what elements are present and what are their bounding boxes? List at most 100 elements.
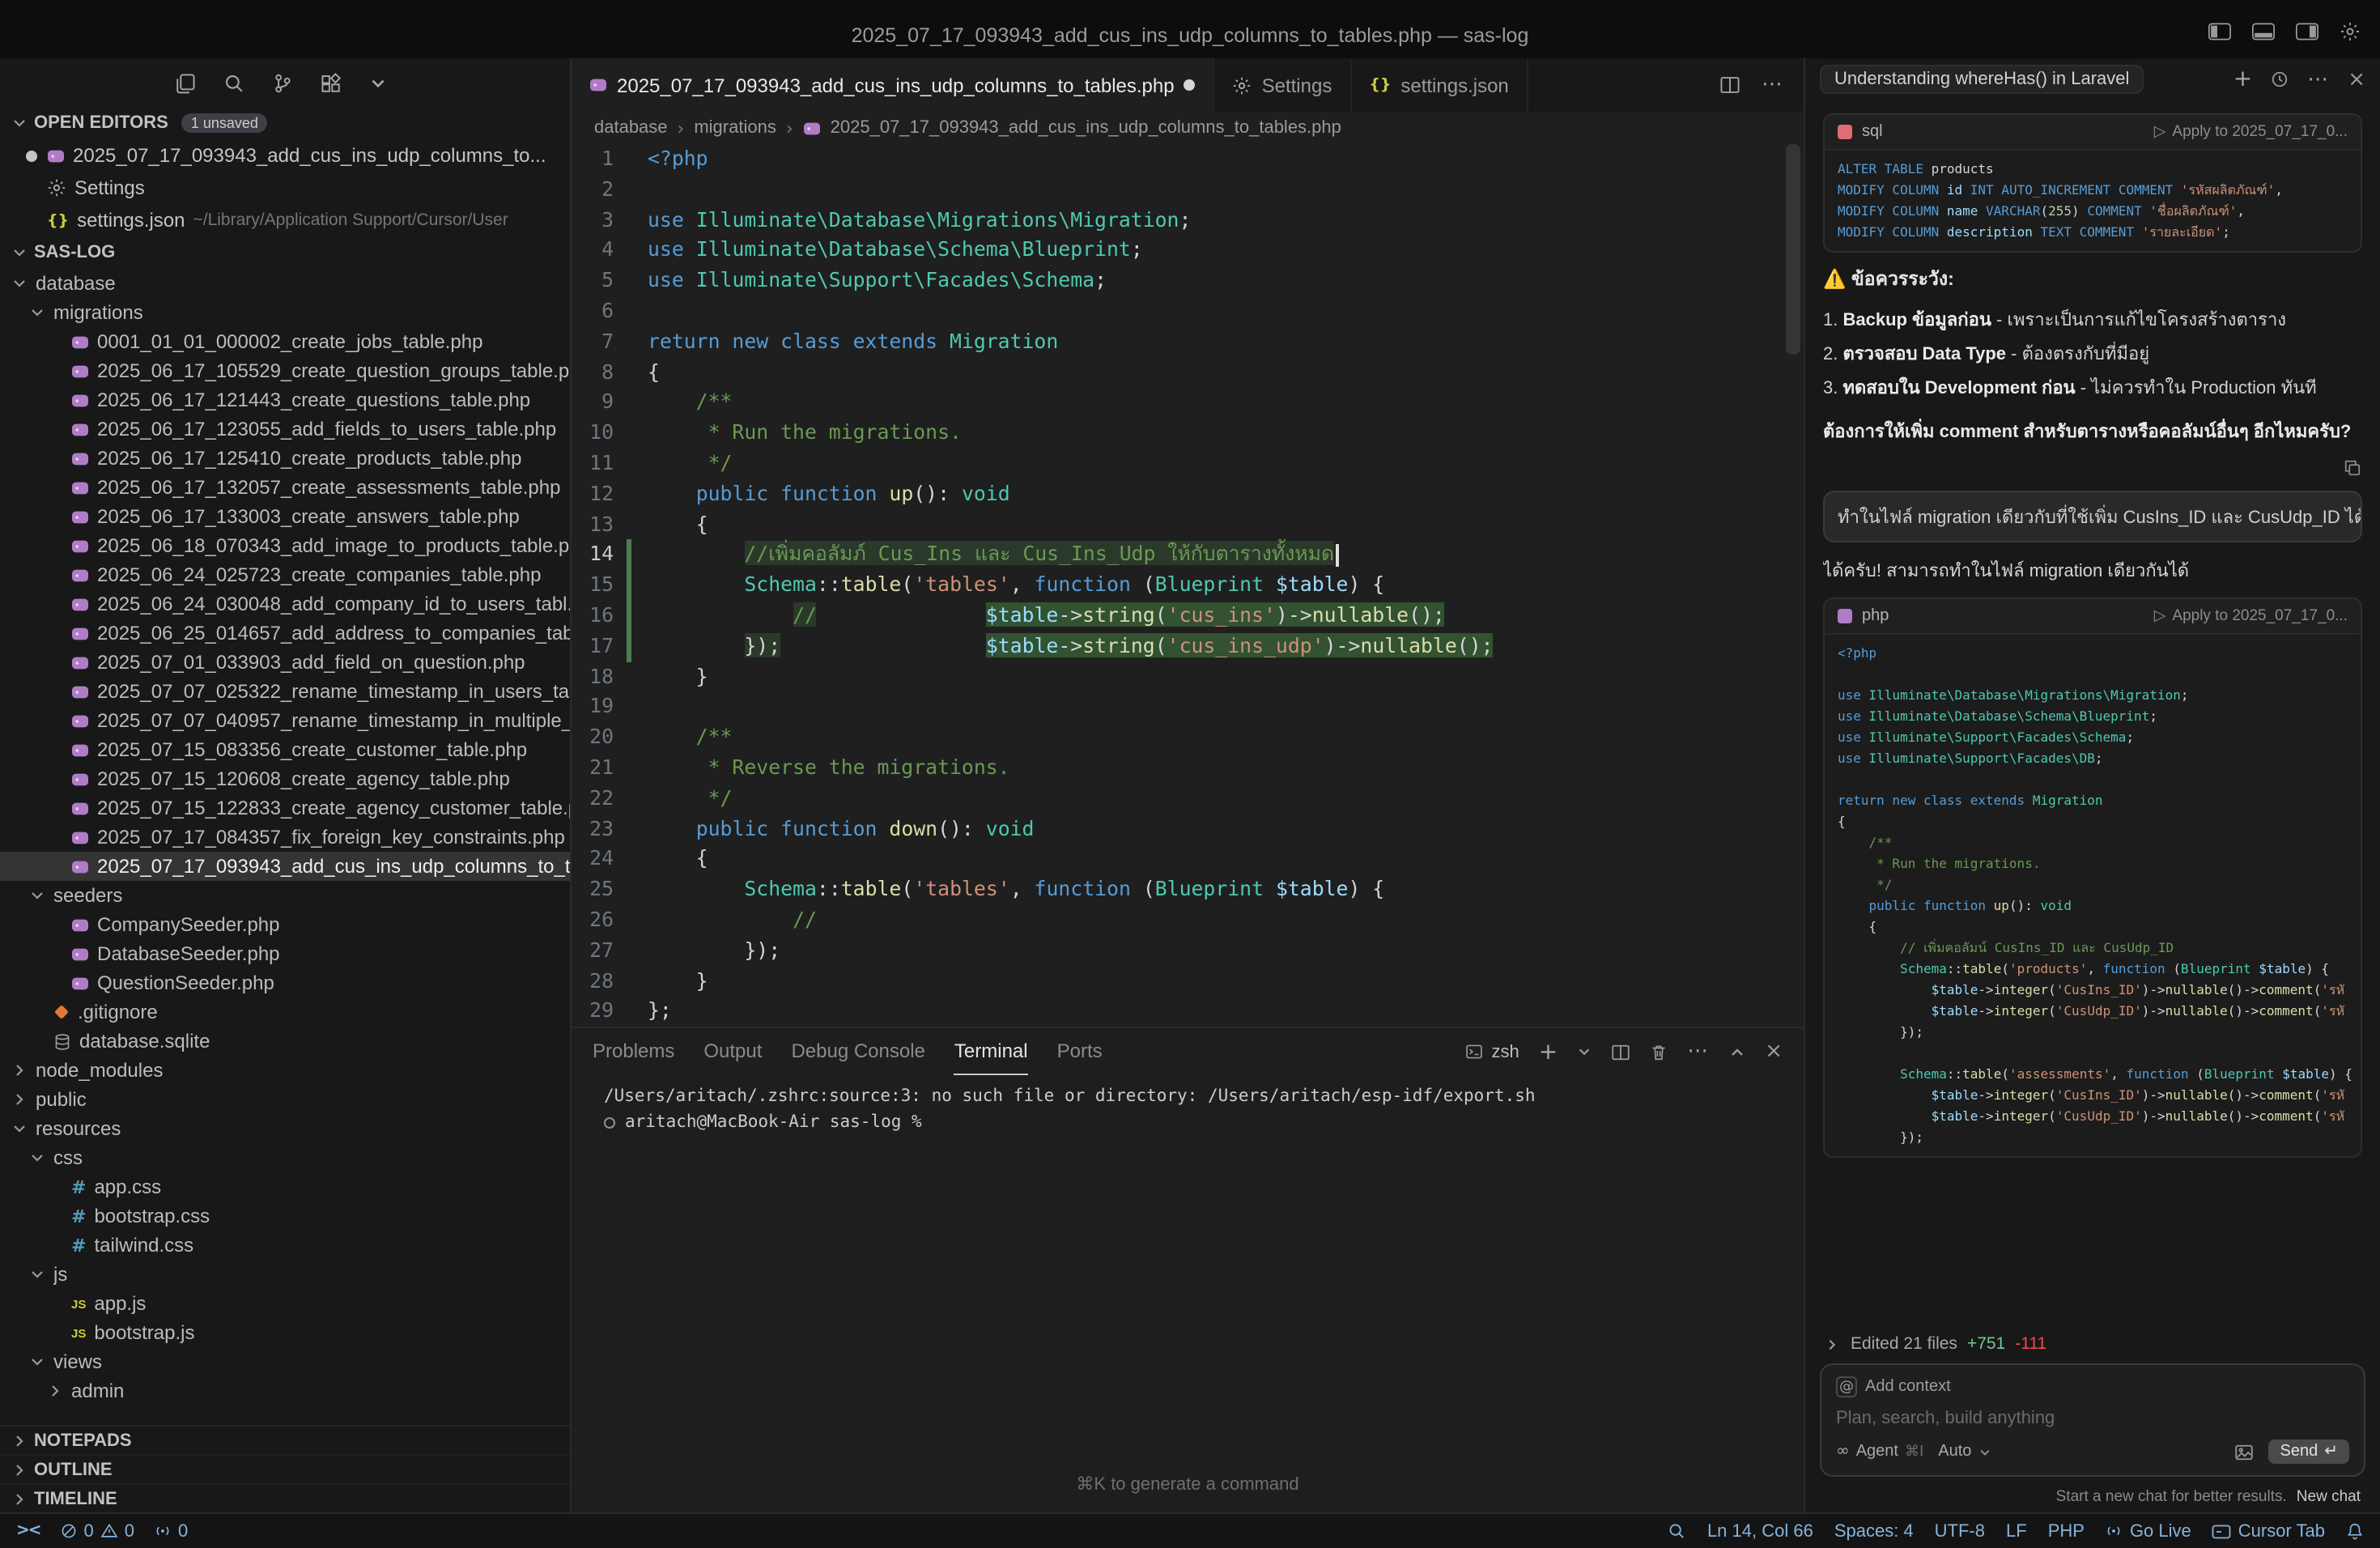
tree-item[interactable]: 2025_06_24_030048_add_company_id_to_user… — [0, 589, 570, 619]
breadcrumb-item[interactable]: database — [594, 118, 668, 138]
tree-item[interactable]: 2025_06_17_133003_create_answers_table.p… — [0, 502, 570, 531]
tree-item[interactable]: 0001_01_01_000002_create_jobs_table.php — [0, 327, 570, 356]
tree-item[interactable]: css — [0, 1143, 570, 1172]
status-cursor-tab[interactable]: Cursor Tab — [2212, 1521, 2325, 1541]
problems-indicator[interactable]: 0 0 — [60, 1521, 135, 1541]
tree-item[interactable]: #app.css — [0, 1172, 570, 1201]
tree-item[interactable]: #tailwind.css — [0, 1231, 570, 1260]
add-context-button[interactable]: @ Add context — [1836, 1376, 1951, 1397]
attach-image-icon[interactable] — [2235, 1442, 2255, 1461]
tree-item[interactable]: 2025_06_18_070343_add_image_to_products_… — [0, 531, 570, 560]
editor-tab[interactable]: {}settings.json — [1351, 58, 1528, 112]
sidebar-section-notepads[interactable]: NOTEPADS — [0, 1427, 570, 1456]
kill-terminal-trash-icon[interactable] — [1650, 1042, 1668, 1061]
breadcrumb-item[interactable]: 2025_07_17_093943_add_cus_ins_udp_column… — [831, 118, 1341, 138]
breadcrumb-item[interactable]: migrations — [694, 118, 776, 138]
tree-item[interactable]: 2025_06_24_025723_create_companies_table… — [0, 560, 570, 589]
status-encoding[interactable]: UTF-8 — [1935, 1521, 1985, 1541]
tree-item[interactable]: 2025_06_25_014657_add_address_to_compani… — [0, 619, 570, 648]
tree-item[interactable]: migrations — [0, 298, 570, 327]
copy-response-icon[interactable] — [2343, 458, 2362, 478]
tree-item[interactable]: resources — [0, 1114, 570, 1143]
terminal-profile-chevron-icon[interactable] — [1577, 1044, 1592, 1059]
tree-item[interactable]: seeders — [0, 881, 570, 910]
close-panel-icon[interactable]: × — [1765, 1040, 1783, 1064]
apply-code-button[interactable]: ▷Apply to 2025_07_17_0... — [2154, 607, 2348, 625]
remote-indicator[interactable]: >< — [16, 1522, 40, 1540]
tree-item[interactable]: 2025_07_07_025322_rename_timestamp_in_us… — [0, 677, 570, 706]
tree-item[interactable]: views — [0, 1347, 570, 1376]
agent-mode-selector[interactable]: ∞ Agent ⌘I — [1836, 1443, 1923, 1461]
close-chat-icon[interactable]: × — [2348, 67, 2365, 91]
new-chat-plus-icon[interactable]: + — [2233, 66, 2252, 92]
status-indentation[interactable]: Spaces: 4 — [1834, 1521, 1914, 1541]
sidebar-section-timeline[interactable]: TIMELINE — [0, 1485, 570, 1512]
editor-tab[interactable]: 2025_07_17_093943_add_cus_ins_udp_column… — [572, 58, 1215, 112]
status-language[interactable]: PHP — [2048, 1521, 2085, 1541]
shell-selector[interactable]: zsh — [1465, 1042, 1519, 1061]
tree-item[interactable]: 2025_06_17_121443_create_questions_table… — [0, 385, 570, 415]
send-button[interactable]: Send↵ — [2269, 1440, 2350, 1464]
tree-item[interactable]: JSbootstrap.js — [0, 1318, 570, 1347]
tree-item[interactable]: 2025_07_17_084357_fix_foreign_key_constr… — [0, 823, 570, 852]
tree-item[interactable]: 2025_07_01_033903_add_field_on_question.… — [0, 648, 570, 677]
tree-item[interactable]: 2025_06_17_132057_create_assessments_tab… — [0, 473, 570, 502]
editor-tab[interactable]: Settings — [1215, 58, 1352, 112]
tree-item[interactable]: QuestionSeeder.php — [0, 968, 570, 997]
chat-conversation[interactable]: sql ▷Apply to 2025_07_17_0... ALTER TABL… — [1805, 100, 2380, 1325]
tree-item[interactable]: 2025_07_15_122833_create_agency_customer… — [0, 793, 570, 823]
copy-files-icon[interactable] — [175, 72, 196, 93]
toggle-secondary-sidebar-icon[interactable] — [2296, 23, 2318, 40]
sidebar-section-outline[interactable]: OUTLINE — [0, 1456, 570, 1485]
chat-input[interactable]: @ Add context Plan, search, build anythi… — [1820, 1363, 2365, 1477]
new-terminal-icon[interactable]: + — [1539, 1039, 1558, 1065]
ports-indicator[interactable]: 0 — [154, 1521, 188, 1541]
extensions-icon[interactable] — [321, 72, 342, 93]
tree-item[interactable]: node_modules — [0, 1056, 570, 1085]
panel-tab-output[interactable]: Output — [703, 1028, 762, 1075]
terminal-content[interactable]: /Users/aritach/.zshrc:source:3: no such … — [572, 1075, 1804, 1474]
split-terminal-icon[interactable] — [1611, 1042, 1630, 1061]
project-section-header[interactable]: SAS-LOG — [0, 236, 570, 269]
chat-history-icon[interactable] — [2270, 70, 2289, 89]
toggle-panel-icon[interactable] — [2252, 23, 2275, 40]
open-editor-item[interactable]: 2025_07_17_093943_add_cus_ins_udp_column… — [0, 139, 570, 172]
tree-item[interactable]: 2025_06_17_123055_add_fields_to_users_ta… — [0, 415, 570, 444]
status-notifications[interactable] — [2346, 1522, 2364, 1540]
tree-item[interactable]: 2025_06_17_105529_create_question_groups… — [0, 356, 570, 385]
open-editor-item[interactable]: {}settings.json~/Library/Application Sup… — [0, 204, 570, 236]
panel-tab-terminal[interactable]: Terminal — [954, 1028, 1028, 1075]
tree-item[interactable]: 2025_07_15_083356_create_customer_table.… — [0, 735, 570, 764]
new-chat-button[interactable]: New chat — [2297, 1488, 2361, 1506]
tree-item[interactable]: public — [0, 1085, 570, 1114]
editor-scrollbar[interactable] — [1786, 144, 1800, 355]
panel-more-actions-icon[interactable]: ⋯ — [1687, 1040, 1710, 1064]
status-go-live[interactable]: Go Live — [2106, 1521, 2191, 1541]
apply-code-button[interactable]: ▷Apply to 2025_07_17_0... — [2154, 123, 2348, 141]
tree-item[interactable]: DatabaseSeeder.php — [0, 939, 570, 968]
open-editor-item[interactable]: Settings — [0, 172, 570, 204]
edited-files-row[interactable]: Edited 21 files +751-111 — [1820, 1334, 2365, 1354]
panel-tab-problems[interactable]: Problems — [593, 1028, 674, 1075]
tree-item[interactable]: 2025_06_17_125410_create_products_table.… — [0, 444, 570, 473]
tree-item[interactable]: database.sqlite — [0, 1027, 570, 1056]
code-editor[interactable]: 1<?php23use Illuminate\Database\Migratio… — [572, 144, 1804, 1027]
tree-item[interactable]: 2025_07_07_040957_rename_timestamp_in_mu… — [0, 706, 570, 735]
panel-tab-ports[interactable]: Ports — [1057, 1028, 1103, 1075]
editor-more-actions-icon[interactable]: ⋯ — [1762, 73, 1784, 97]
status-search[interactable] — [1668, 1522, 1686, 1540]
tree-item[interactable]: admin — [0, 1376, 570, 1406]
toggle-primary-sidebar-icon[interactable] — [2208, 23, 2231, 40]
tree-item[interactable]: 2025_07_15_120608_create_agency_table.ph… — [0, 764, 570, 793]
open-editors-header[interactable]: OPEN EDITORS 1 unsaved — [0, 107, 570, 139]
tree-item[interactable]: #bootstrap.css — [0, 1201, 570, 1231]
status-eol[interactable]: LF — [2006, 1521, 2027, 1541]
model-selector[interactable]: Auto — [1938, 1443, 1991, 1461]
split-editor-icon[interactable] — [1719, 74, 1740, 96]
tree-item[interactable]: .gitignore — [0, 997, 570, 1027]
status-line-col[interactable]: Ln 14, Col 66 — [1707, 1521, 1813, 1541]
tree-item[interactable]: JSapp.js — [0, 1289, 570, 1318]
source-control-icon[interactable] — [272, 72, 293, 93]
tree-item[interactable]: database — [0, 269, 570, 298]
tree-item[interactable]: js — [0, 1260, 570, 1289]
